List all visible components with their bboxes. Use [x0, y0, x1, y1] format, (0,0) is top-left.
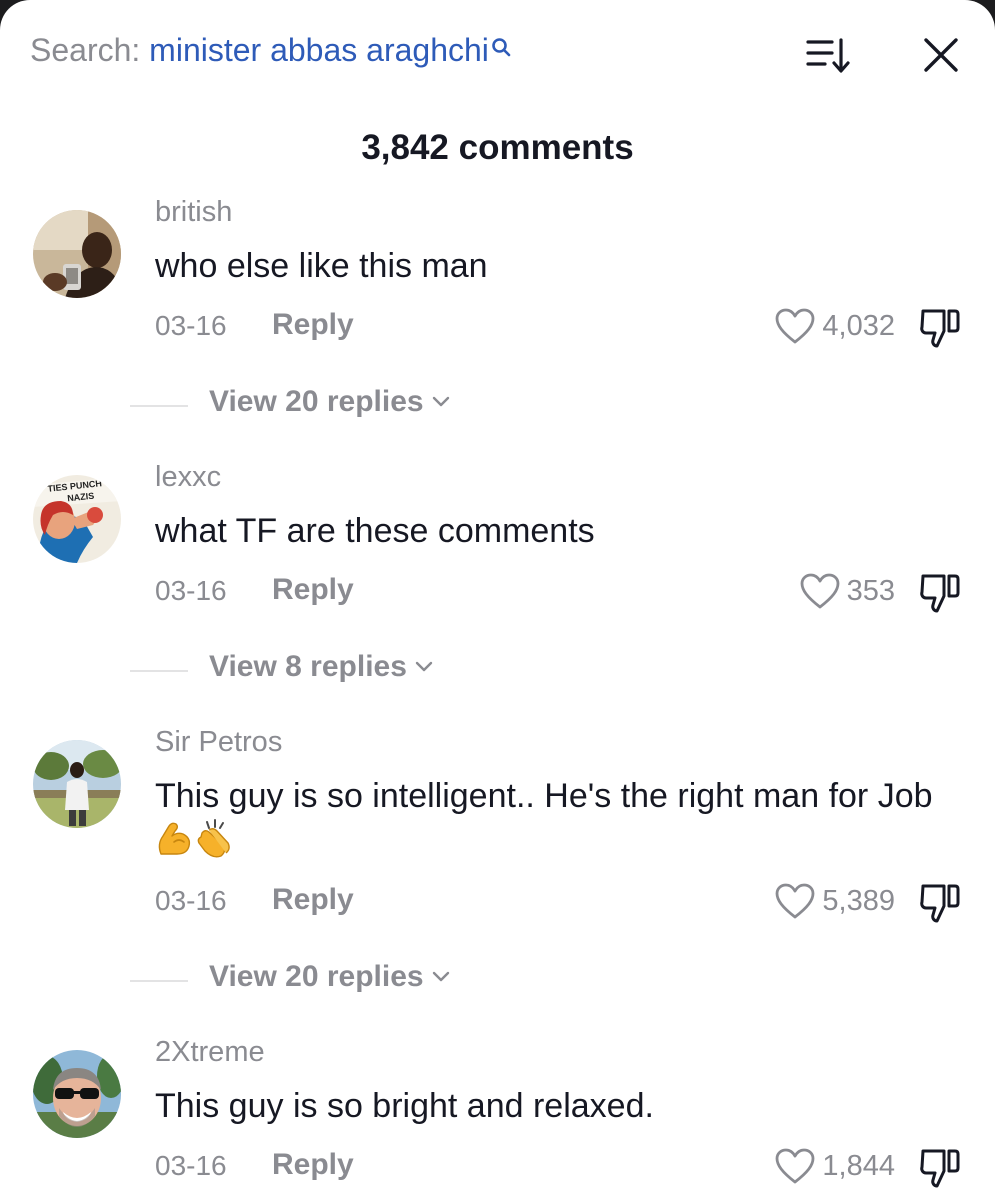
- comment-text: This guy is so intelligent.. He's the ri…: [155, 774, 955, 862]
- heart-icon: [776, 1148, 815, 1184]
- view-replies-button[interactable]: View 20 replies: [209, 960, 450, 994]
- comment-text-body: This guy is so intelligent.. He's the ri…: [155, 777, 933, 815]
- comment-date: 03-16: [155, 1150, 227, 1181]
- comment-item: Sir Petros This guy is so intelligent.. …: [0, 726, 995, 1000]
- search-icon[interactable]: [491, 30, 511, 67]
- comment-text: what TF are these comments: [155, 512, 595, 550]
- chevron-down-icon: [415, 661, 433, 672]
- avatar[interactable]: TIES PUNCH NAZIS: [33, 475, 121, 563]
- comment-username[interactable]: lexxc: [155, 461, 221, 494]
- search-prefix: Search:: [30, 32, 141, 68]
- like-button[interactable]: 4,032: [774, 306, 895, 346]
- comment-date: 03-16: [155, 310, 227, 341]
- heart-icon: [800, 573, 840, 609]
- comment-username[interactable]: 2Xtreme: [155, 1036, 265, 1069]
- divider: [130, 670, 188, 672]
- search-bar[interactable]: Search: minister abbas araghchi: [30, 32, 511, 69]
- dislike-icon[interactable]: [917, 571, 963, 615]
- sort-icon[interactable]: [806, 36, 852, 76]
- dislike-icon[interactable]: [917, 881, 963, 925]
- comment-count: 3,842 comments: [361, 128, 634, 167]
- reply-button[interactable]: Reply: [272, 573, 354, 607]
- comment-text: who else like this man: [155, 247, 488, 285]
- dislike-icon[interactable]: [917, 306, 963, 350]
- like-count: 1,844: [822, 1149, 895, 1182]
- like-button[interactable]: 353: [799, 571, 895, 611]
- like-count: 5,389: [822, 884, 895, 917]
- view-replies-label: View 8 replies: [209, 650, 407, 683]
- heart-icon: [776, 308, 815, 344]
- view-replies-button[interactable]: View 20 replies: [209, 385, 450, 419]
- flexed-biceps-emoji: [158, 822, 191, 855]
- like-button[interactable]: 5,389: [774, 881, 895, 921]
- divider: [130, 980, 188, 982]
- comment-item: british who else like this man 03-16 Rep…: [0, 196, 995, 470]
- close-icon[interactable]: [920, 34, 962, 76]
- comment-item: 2Xtreme This guy is so bright and relaxe…: [0, 1036, 995, 1200]
- comment-date: 03-16: [155, 885, 227, 916]
- avatar[interactable]: [33, 1050, 121, 1138]
- comments-sheet: Search: minister abbas araghchi 3,842 co…: [0, 0, 995, 1200]
- heart-icon: [776, 883, 815, 919]
- comment-text: This guy is so bright and relaxed.: [155, 1087, 654, 1125]
- divider: [130, 405, 188, 407]
- clapping-hands-emoji: [197, 819, 230, 858]
- chevron-down-icon: [432, 396, 449, 407]
- like-button[interactable]: 1,844: [774, 1146, 895, 1186]
- reply-button[interactable]: Reply: [272, 883, 354, 917]
- search-query-link[interactable]: minister abbas araghchi: [149, 32, 489, 68]
- reply-button[interactable]: Reply: [272, 308, 354, 342]
- view-replies-button[interactable]: View 8 replies: [209, 650, 433, 684]
- view-replies-label: View 20 replies: [209, 385, 424, 418]
- comment-date: 03-16: [155, 575, 227, 606]
- comment-item: TIES PUNCH NAZIS lexxc what TF are these…: [0, 461, 995, 735]
- like-count: 4,032: [822, 309, 895, 342]
- view-replies-label: View 20 replies: [209, 960, 424, 993]
- chevron-down-icon: [432, 971, 449, 982]
- comment-username[interactable]: british: [155, 196, 232, 229]
- comment-username[interactable]: Sir Petros: [155, 726, 282, 759]
- dislike-icon[interactable]: [917, 1146, 963, 1190]
- reply-button[interactable]: Reply: [272, 1148, 354, 1182]
- like-count: 353: [846, 574, 895, 607]
- avatar[interactable]: [33, 740, 121, 828]
- avatar[interactable]: [33, 210, 121, 298]
